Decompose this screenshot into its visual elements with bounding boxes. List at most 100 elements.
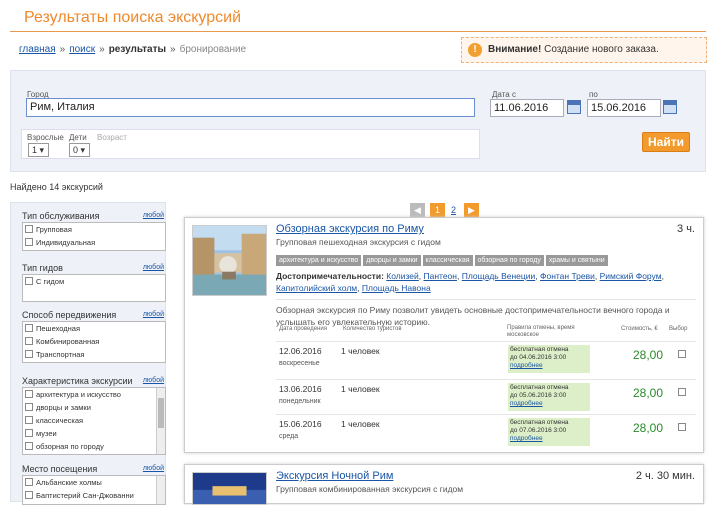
results-count: Найдено 14 экскурсий <box>10 182 103 192</box>
filter-characteristic: Характеристика экскурсии любой архитекту… <box>20 376 166 456</box>
filter-option[interactable]: Баптистерий Сан-Джованни <box>23 490 165 503</box>
filter-option[interactable]: Пешеходная <box>23 323 165 336</box>
details-link[interactable]: подробнее <box>510 435 543 442</box>
excursion-description: Обзорная экскурсия по Риму позволит увид… <box>276 299 696 328</box>
select-checkbox[interactable] <box>678 350 686 358</box>
scrollbar-thumb[interactable] <box>158 398 164 428</box>
col-choice: Выбор <box>669 326 688 332</box>
excursion-title-link[interactable]: Экскурсия Ночной Рим <box>276 470 393 482</box>
city-input[interactable]: Рим, Италия <box>26 98 475 117</box>
checkbox[interactable] <box>25 324 33 333</box>
checkbox[interactable] <box>25 390 33 399</box>
breadcrumb-home[interactable]: главная <box>19 44 56 55</box>
excursion-subtitle: Групповая комбинированная экскурсия с ги… <box>276 484 464 494</box>
warning-title: Внимание! <box>488 44 542 55</box>
filter-option[interactable]: С гидом <box>23 276 165 289</box>
table-row: 15.06.2016 среда 1 человек бесплатная отм… <box>276 414 696 452</box>
date-from-input[interactable]: 11.06.2016 <box>490 99 564 117</box>
breadcrumb-separator: » <box>59 44 66 55</box>
date-to-label: по <box>589 90 598 99</box>
checkbox[interactable] <box>25 416 33 425</box>
filter-title: Способ передвижения <box>22 310 117 320</box>
attraction-link[interactable]: Колизей <box>386 271 418 281</box>
tag-list: архитектура и искусство дворцы и замки кла… <box>276 249 696 266</box>
attraction-link[interactable]: Римский Форум <box>600 271 662 281</box>
col-qty: Количество туристов <box>343 326 402 332</box>
breadcrumb-separator: » <box>99 44 105 55</box>
next-page-button[interactable]: ▶ <box>464 203 479 218</box>
scrollbar[interactable] <box>156 388 165 454</box>
page-1[interactable]: 1 <box>430 203 445 218</box>
filter-any-link[interactable]: любой <box>143 377 164 384</box>
calendar-icon[interactable] <box>663 100 677 114</box>
filter-option[interactable]: дворцы и замки <box>23 402 165 415</box>
checkbox[interactable] <box>25 238 33 247</box>
filter-option[interactable]: классическая <box>23 415 165 428</box>
filter-service-type: Тип обслуживания любой Групповая Индивид… <box>20 211 166 255</box>
filter-any-link[interactable]: любой <box>143 264 164 271</box>
tag: дворцы и замки <box>363 255 421 266</box>
filter-option[interactable]: обзорная по городу <box>23 441 165 454</box>
excursion-duration: 3 ч. <box>677 223 695 235</box>
checkbox[interactable] <box>25 429 33 438</box>
breadcrumb-search[interactable]: поиск <box>69 44 95 55</box>
attraction-link[interactable]: Капитолийский холм <box>276 283 357 293</box>
filter-option[interactable]: Индивидуальная <box>23 237 165 250</box>
age-label: Возраст <box>97 133 127 142</box>
filter-title: Место посещения <box>22 464 98 474</box>
checkbox[interactable] <box>25 442 33 451</box>
attraction-link[interactable]: Пантеон <box>424 271 457 281</box>
cancel-policy: бесплатная отмена до 07.06.2016 3:00 подро… <box>508 418 590 446</box>
filter-option[interactable]: архитектура и искусство <box>23 389 165 402</box>
travelers-box: Взрослые 1 ▾ Дети 0 ▾ Возраст <box>21 129 480 159</box>
checkbox[interactable] <box>25 225 33 234</box>
filter-title: Тип обслуживания <box>22 211 100 221</box>
filter-transport: Способ передвижения любой Пешеходная Ком… <box>20 310 166 370</box>
attraction-link[interactable]: Площадь Венеции <box>462 271 536 281</box>
page-title: Результаты поиска экскурсий <box>24 9 242 26</box>
date-to-input[interactable]: 15.06.2016 <box>587 99 661 117</box>
filter-any-link[interactable]: любой <box>143 465 164 472</box>
row-qty: 1 человек <box>341 384 380 394</box>
table-row: 12.06.2016 воскресенье 1 человек бесплатн… <box>276 341 696 379</box>
filter-option[interactable]: Групповая <box>23 224 165 237</box>
adults-select[interactable]: 1 ▾ <box>28 143 49 157</box>
excursion-photo[interactable] <box>192 472 267 505</box>
breadcrumb-results: результаты <box>108 44 167 55</box>
row-price: 28,00 <box>633 386 664 400</box>
filter-option[interactable]: музеи <box>23 428 165 441</box>
children-select[interactable]: 0 ▾ <box>69 143 90 157</box>
filter-option[interactable]: Транспортная <box>23 349 165 362</box>
details-link[interactable]: подробнее <box>510 400 543 407</box>
attraction-link[interactable]: Площадь Навона <box>362 283 431 293</box>
checkbox[interactable] <box>25 350 33 359</box>
filter-option[interactable]: Комбинированная <box>23 336 165 349</box>
select-checkbox[interactable] <box>678 388 686 396</box>
checkbox[interactable] <box>25 478 33 487</box>
col-rules: Правила отмены, время московское <box>507 325 575 338</box>
filter-any-link[interactable]: любой <box>143 212 164 219</box>
prev-page-button[interactable]: ◀ <box>410 203 425 218</box>
excursion-card: Экскурсия Ночной Рим 2 ч. 30 мин. Группо… <box>184 464 704 505</box>
tag: архитектура и искусство <box>276 255 362 266</box>
breadcrumb-booking: бронирование <box>179 44 247 55</box>
filter-option[interactable]: Альбанские холмы <box>23 477 165 490</box>
details-link[interactable]: подробнее <box>510 362 543 369</box>
page-2[interactable]: 2 <box>446 203 461 218</box>
breadcrumb: главная» поиск» результаты» бронирование <box>19 44 246 55</box>
row-qty: 1 человек <box>341 346 380 356</box>
excursion-title-link[interactable]: Обзорная экскурсия по Риму <box>276 223 424 235</box>
calendar-icon[interactable] <box>567 100 581 114</box>
checkbox[interactable] <box>25 403 33 412</box>
checkbox[interactable] <box>25 337 33 346</box>
filter-any-link[interactable]: любой <box>143 311 164 318</box>
checkbox[interactable] <box>25 277 33 286</box>
page-header: Результаты поиска экскурсий <box>10 0 706 32</box>
select-checkbox[interactable] <box>678 423 686 431</box>
search-panel: Город Рим, Италия Дата с 11.06.2016 по 1… <box>10 70 706 172</box>
checkbox[interactable] <box>25 491 33 500</box>
attraction-link[interactable]: Фонтан Треви <box>540 271 595 281</box>
find-button[interactable]: Найти <box>642 132 690 152</box>
excursion-photo[interactable] <box>192 225 267 296</box>
row-price: 28,00 <box>633 421 664 435</box>
